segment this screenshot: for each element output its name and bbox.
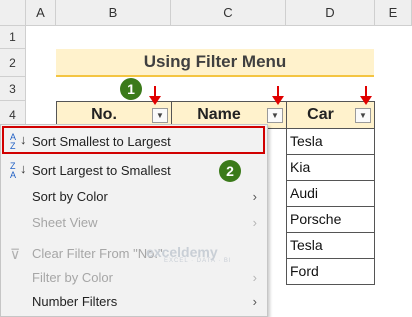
menu-sheet-view: Sheet View › xyxy=(1,210,267,236)
header-car-label: Car xyxy=(307,106,334,123)
header-car[interactable]: Car ▼ xyxy=(286,101,375,129)
column-header-c[interactable]: C xyxy=(171,0,286,26)
watermark-logo: exceldemy EXCEL · DATA · BI xyxy=(146,244,232,264)
step-badge-1: 1 xyxy=(120,78,142,100)
menu-item-label: Sort by Color xyxy=(32,189,108,204)
chevron-right-icon: › xyxy=(252,270,257,285)
filter-dropdown-icon[interactable]: ▼ xyxy=(152,108,168,123)
highlight-box xyxy=(2,126,265,154)
chevron-right-icon: › xyxy=(252,294,257,309)
clear-filter-icon: ⊽ xyxy=(10,246,21,262)
menu-sort-by-color[interactable]: Sort by Color › xyxy=(1,184,267,210)
filter-dropdown-icon[interactable]: ▼ xyxy=(267,108,283,123)
car-cell[interactable]: Ford xyxy=(286,259,375,285)
menu-number-filters[interactable]: Number Filters › xyxy=(1,289,267,315)
row-header-3[interactable]: 3 xyxy=(0,77,26,101)
menu-filter-by-color: Filter by Color › xyxy=(1,265,267,291)
car-cell[interactable]: Audi xyxy=(286,181,375,207)
menu-item-label: Sheet View xyxy=(32,215,98,230)
menu-item-label: Number Filters xyxy=(32,294,118,309)
filter-dropdown-icon[interactable]: ▼ xyxy=(355,108,371,123)
column-header-d[interactable]: D xyxy=(286,0,375,26)
row-header-2[interactable]: 2 xyxy=(0,49,26,77)
column-header-b[interactable]: B xyxy=(56,0,171,26)
menu-item-label: Clear Filter From "No." xyxy=(32,246,163,261)
column-header-a[interactable]: A xyxy=(26,0,56,26)
menu-item-label: Sort Largest to Smallest xyxy=(32,163,171,178)
chevron-right-icon: › xyxy=(252,189,257,204)
row-header-1[interactable]: 1 xyxy=(0,26,26,49)
step-badge-2: 2 xyxy=(219,160,241,182)
select-all-corner[interactable] xyxy=(0,0,26,26)
car-cell[interactable]: Tesla xyxy=(286,233,375,259)
watermark-tagline: EXCEL · DATA · BI xyxy=(164,258,232,264)
sheet-title: Using Filter Menu xyxy=(56,49,374,77)
menu-item-label: Filter by Color xyxy=(32,270,113,285)
car-cell[interactable]: Kia xyxy=(286,155,375,181)
car-cell[interactable]: Porsche xyxy=(286,207,375,233)
chevron-right-icon: › xyxy=(252,215,257,230)
car-cell[interactable]: Tesla xyxy=(286,129,375,155)
column-header-e[interactable]: E xyxy=(375,0,412,26)
sort-descending-icon: Z A ↓ xyxy=(10,161,27,180)
